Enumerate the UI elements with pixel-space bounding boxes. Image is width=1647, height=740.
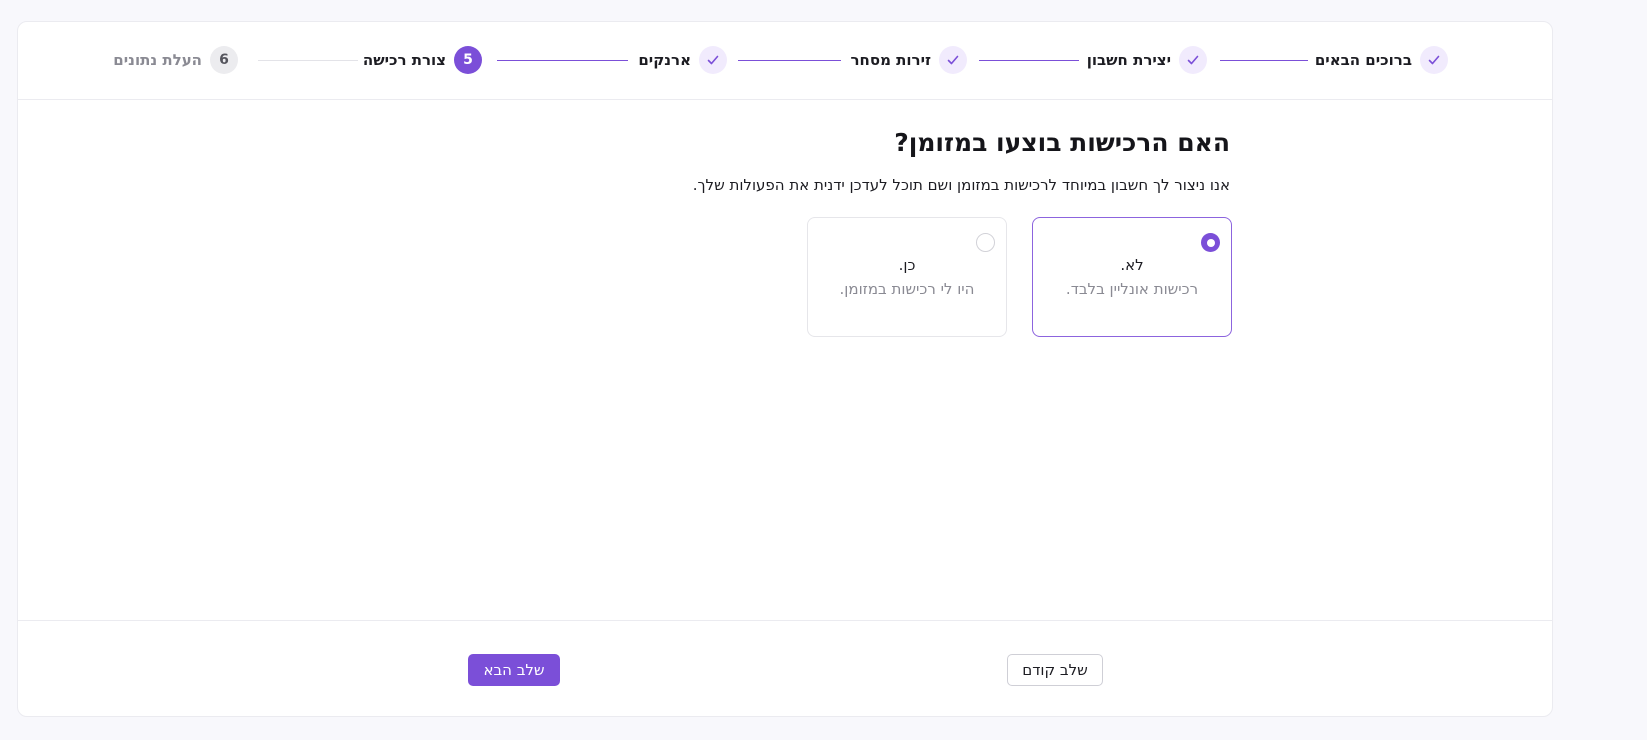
step-number: 6 [210,46,238,74]
option-description: רכישות אונליין בלבד. [1065,280,1199,298]
check-icon [1420,46,1448,74]
step-exchanges[interactable]: זירות מסחר [851,46,967,74]
option-description: היו לי רכישות במזומן. [839,280,975,298]
radio-button[interactable] [976,233,995,252]
main-content: האם הרכישות בוצעו במזומן? אנו ניצור לך ח… [18,100,1552,620]
step-label: יצירת חשבון [1086,51,1171,69]
footer-bar: שלב קודם שלב הבא [18,620,1552,718]
check-icon [699,46,727,74]
step-purchase-type[interactable]: 5 צורת רכישה [363,46,482,74]
step-create-account[interactable]: יצירת חשבון [1087,46,1207,74]
step-label: ארנקים [638,51,691,69]
step-connector [1220,60,1308,61]
option-no[interactable]: לא. רכישות אונליין בלבד. [1032,217,1232,337]
step-upload-data[interactable]: 6 העלת נתונים [113,46,238,74]
progress-stepper: ברוכים הבאים יצירת חשבון זירות מסחר ארנק… [18,22,1552,100]
step-connector [738,60,841,61]
check-icon [1179,46,1207,74]
step-label: צורת רכישה [362,51,446,69]
step-connector [497,60,628,61]
next-step-button[interactable]: שלב הבא [468,654,560,686]
check-icon [939,46,967,74]
option-title: כן. [898,256,916,274]
step-label: זירות מסחר [850,51,931,69]
option-yes[interactable]: כן. היו לי רכישות במזומן. [807,217,1007,337]
page-title: האם הרכישות בוצעו במזומן? [894,128,1230,157]
step-connector [979,60,1079,61]
radio-button[interactable] [1201,233,1220,252]
onboarding-card: ברוכים הבאים יצירת חשבון זירות מסחר ארנק… [17,21,1553,717]
step-connector [258,60,358,61]
previous-step-button[interactable]: שלב קודם [1007,654,1103,686]
step-label: העלת נתונים [113,51,202,69]
step-label: ברוכים הבאים [1314,51,1412,69]
option-title: לא. [1120,256,1144,274]
step-number: 5 [454,46,482,74]
step-wallets[interactable]: ארנקים [638,46,727,74]
step-welcome[interactable]: ברוכים הבאים [1315,46,1448,74]
page-subtitle: אנו ניצור לך חשבון במיוחד לרכישות במזומן… [692,176,1230,194]
